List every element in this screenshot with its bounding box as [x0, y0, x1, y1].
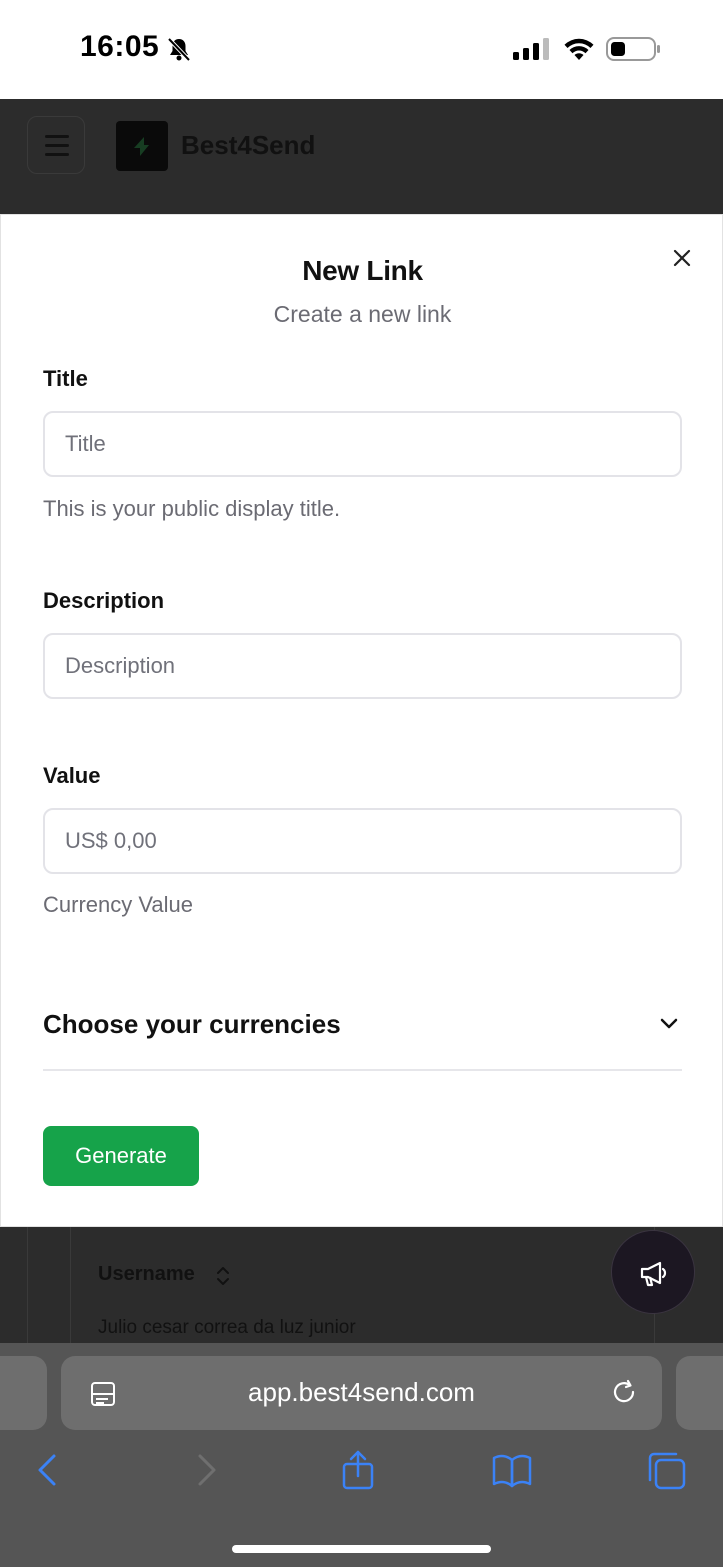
url-text: app.best4send.com: [248, 1377, 475, 1407]
title-label: Title: [43, 366, 88, 391]
menu-line: [45, 144, 69, 147]
title-input[interactable]: [43, 411, 682, 477]
new-link-modal: New Link Create a new link Title This is…: [0, 214, 723, 1227]
modal-title: New Link: [302, 255, 423, 286]
app-header: Best4Send: [0, 99, 723, 216]
logo-mark-icon: [134, 137, 149, 156]
bookmarks-icon[interactable]: [492, 1450, 532, 1490]
megaphone-icon: [640, 1261, 667, 1287]
tabs-icon[interactable]: [646, 1450, 686, 1490]
reload-icon[interactable]: [610, 1378, 640, 1408]
username-column-header[interactable]: Username: [98, 1263, 195, 1286]
chevron-down-icon: [660, 1018, 678, 1029]
brand-name: Best4Send: [181, 130, 316, 160]
home-indicator: [232, 1545, 491, 1553]
menu-line: [45, 153, 69, 156]
value-label: Value: [43, 763, 101, 788]
forward-icon[interactable]: [186, 1450, 226, 1490]
address-bar[interactable]: app.best4send.com: [61, 1356, 662, 1430]
bell-off-icon: [167, 37, 191, 62]
back-icon[interactable]: [28, 1450, 68, 1490]
title-helper-text: This is your public display title.: [43, 496, 341, 521]
description-label: Description: [43, 588, 165, 613]
share-icon[interactable]: [338, 1450, 378, 1490]
description-input[interactable]: [43, 633, 682, 699]
username-cell: Julio cesar correa da luz junior: [98, 1317, 356, 1338]
status-time: 16:05: [80, 30, 160, 63]
previous-tab-peek[interactable]: [0, 1356, 47, 1430]
status-bar: 16:05: [0, 0, 723, 99]
value-helper-text: Currency Value: [43, 892, 193, 917]
announcements-button[interactable]: [611, 1230, 695, 1314]
value-input[interactable]: [43, 808, 682, 874]
generate-button[interactable]: Generate: [43, 1126, 199, 1186]
hamburger-menu-button[interactable]: [27, 116, 85, 174]
wifi-icon: [564, 38, 594, 60]
browser-toolbar: app.best4send.com: [0, 1343, 723, 1567]
currencies-accordion[interactable]: Choose your currencies: [43, 995, 682, 1071]
brand-logo[interactable]: [116, 121, 168, 171]
battery-icon: [606, 37, 660, 61]
cellular-signal-icon: [513, 38, 549, 60]
menu-line: [45, 135, 69, 138]
table-column-divider: [70, 1227, 71, 1347]
sort-icon[interactable]: [215, 1265, 231, 1287]
modal-subtitle: Create a new link: [273, 301, 452, 327]
next-tab-peek[interactable]: [676, 1356, 723, 1430]
currencies-accordion-label: Choose your currencies: [43, 1009, 341, 1039]
